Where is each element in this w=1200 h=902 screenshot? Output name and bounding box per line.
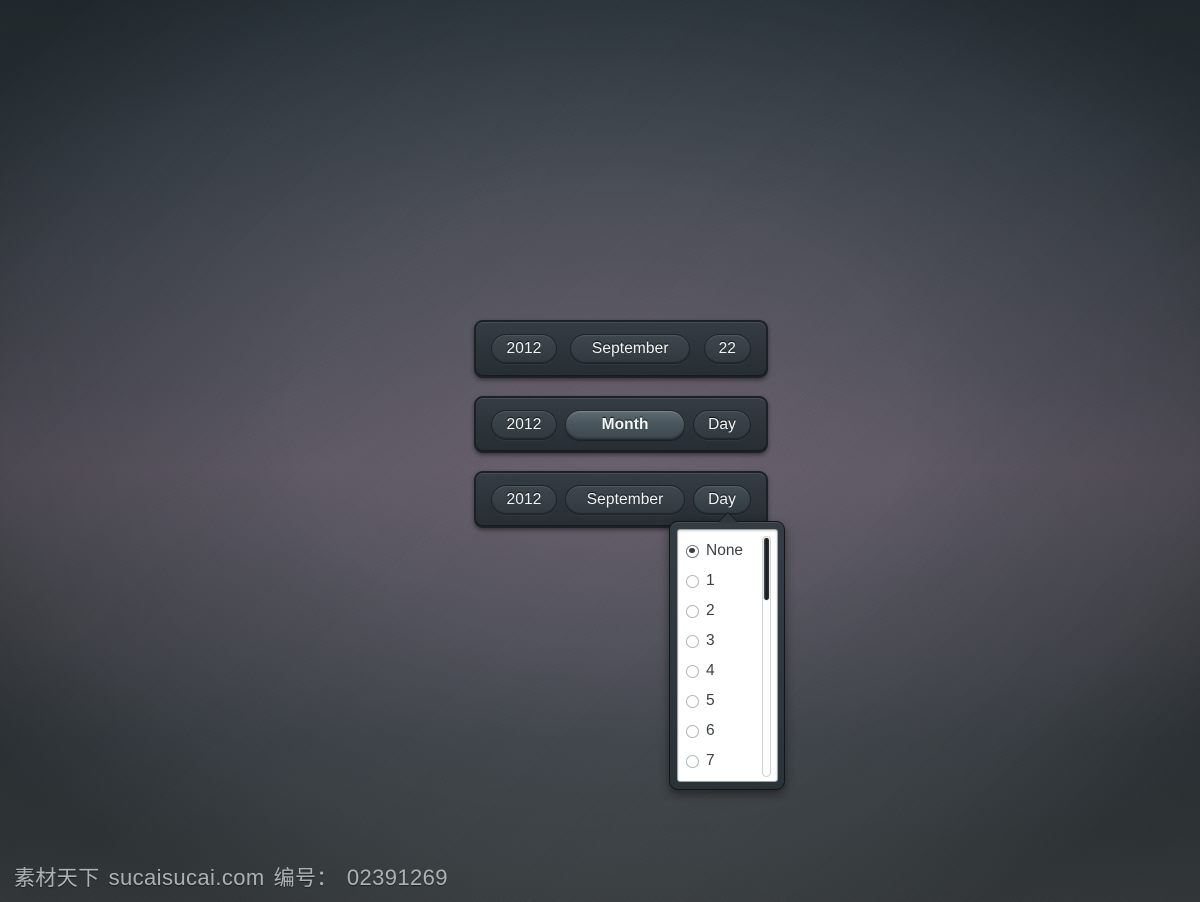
radio-icon[interactable] (686, 604, 699, 618)
day-option-list: None 1 2 3 4 5 6 7 (678, 530, 768, 776)
radio-icon[interactable] (686, 544, 699, 558)
list-item-label: 6 (706, 722, 715, 739)
pill-day-1[interactable]: 22 (703, 334, 752, 364)
dropdown-panel: None 1 2 3 4 5 6 7 (677, 529, 778, 782)
list-item[interactable]: 7 (686, 746, 768, 776)
date-bar-resolved: 2012 September 22 (474, 320, 768, 378)
list-item[interactable]: 5 (686, 686, 768, 716)
list-item[interactable]: 1 (686, 566, 768, 596)
pill-year-2[interactable]: 2012 (491, 409, 557, 440)
radio-icon[interactable] (686, 724, 699, 738)
list-item-label: 7 (706, 752, 715, 769)
watermark-id-label: 编号： (273, 867, 338, 890)
list-item-label: 3 (706, 632, 715, 649)
pill-year-1[interactable]: 2012 (491, 334, 557, 364)
watermark: 素材天下 sucaisucai.com 编号： 02391269 (14, 862, 448, 892)
list-item[interactable]: 4 (686, 656, 768, 686)
radio-icon[interactable] (686, 694, 699, 708)
list-item[interactable]: None (686, 536, 768, 566)
list-item-label: 1 (706, 572, 715, 589)
pill-day-3[interactable]: Day (693, 484, 751, 515)
day-picker-dropdown: None 1 2 3 4 5 6 7 (669, 513, 785, 790)
radio-icon[interactable] (686, 634, 699, 648)
caret-up-icon (718, 513, 738, 523)
pill-day-2[interactable]: Day (693, 409, 751, 440)
scrollbar-thumb[interactable] (764, 538, 769, 600)
list-item-label: None (706, 542, 744, 559)
watermark-id-value: 02391269 (346, 865, 448, 890)
watermark-site-cn: 素材天下 (14, 867, 100, 890)
pill-month-2[interactable]: Month (565, 409, 686, 440)
radio-icon[interactable] (686, 664, 699, 678)
list-item-label: 5 (706, 692, 715, 709)
list-item[interactable]: 3 (686, 626, 768, 656)
pill-month-3[interactable]: September (565, 484, 686, 515)
list-item-label: 2 (706, 602, 715, 619)
watermark-site-url: sucaisucai.com (108, 865, 265, 890)
radio-icon[interactable] (686, 754, 699, 768)
pill-month-1[interactable]: September (570, 334, 691, 364)
pill-year-3[interactable]: 2012 (491, 484, 557, 515)
list-item-label: 4 (706, 662, 715, 679)
dropdown-scrollbar[interactable] (762, 536, 771, 777)
app-canvas: 2012 September 22 2012 Month Day 2012 Se… (0, 0, 1200, 902)
radio-icon[interactable] (686, 574, 699, 588)
list-item[interactable]: 2 (686, 596, 768, 626)
list-item[interactable]: 6 (686, 716, 768, 746)
date-bar-month-hover: 2012 Month Day (474, 396, 768, 453)
